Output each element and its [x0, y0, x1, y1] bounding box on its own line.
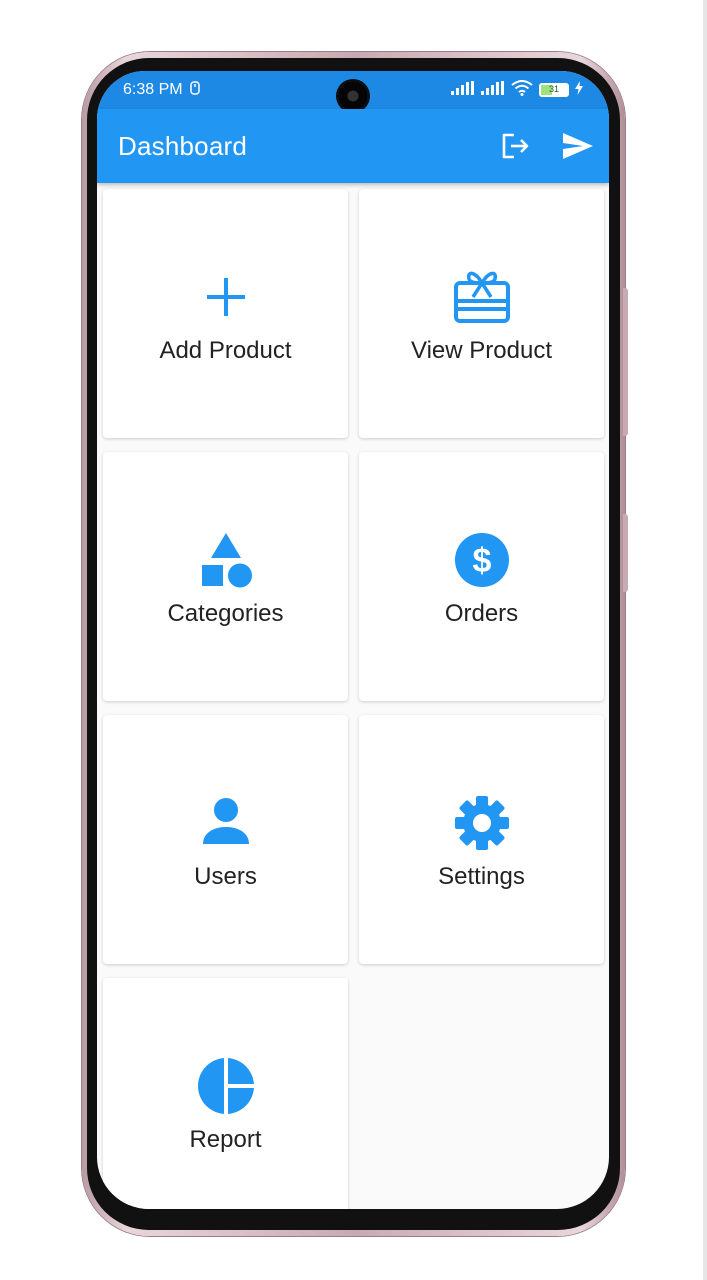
view-product-card[interactable]: View Product [359, 189, 604, 438]
front-camera [338, 81, 368, 111]
dollar-circle-icon: $ [452, 530, 512, 590]
send-icon [563, 133, 593, 159]
status-time: 6:38 PM [123, 81, 183, 98]
settings-card[interactable]: Settings [359, 715, 604, 964]
pie-chart-icon [196, 1056, 256, 1116]
battery-icon: 31 [539, 83, 569, 97]
users-label: Users [194, 863, 257, 890]
logout-icon [502, 133, 529, 159]
charging-icon [575, 80, 583, 100]
wifi-icon [511, 79, 533, 101]
gift-card-icon [452, 267, 512, 327]
add-icon [196, 267, 256, 327]
categories-label: Categories [167, 600, 284, 627]
battery-level: 31 [548, 84, 559, 94]
users-card[interactable]: Users [103, 715, 348, 964]
report-card[interactable]: Report [103, 978, 348, 1209]
notification-icon [189, 80, 201, 100]
power-button [623, 514, 628, 592]
orders-label: Orders [444, 600, 519, 627]
volume-button [623, 288, 628, 436]
page-title: Dashboard [118, 130, 247, 161]
send-button[interactable] [547, 115, 609, 177]
settings-label: Settings [438, 863, 525, 890]
app-bar-actions [485, 115, 609, 177]
orders-card[interactable]: $ Orders [359, 452, 604, 701]
gear-icon [452, 793, 512, 853]
categories-card[interactable]: Categories [103, 452, 348, 701]
add-product-card[interactable]: Add Product [103, 189, 348, 438]
signal-icon-2 [481, 80, 505, 100]
page-edge [703, 0, 707, 1280]
app-bar: Dashboard [97, 109, 609, 183]
person-icon [196, 793, 256, 853]
report-label: Report [189, 1126, 262, 1153]
status-icons: 31 [451, 79, 583, 101]
logout-button[interactable] [485, 115, 547, 177]
signal-icon [451, 80, 475, 100]
category-shapes-icon [196, 530, 256, 590]
add-product-label: Add Product [159, 337, 292, 364]
phone-screen: 6:38 PM 31 Dashboard Add Product View Pr… [97, 71, 609, 1209]
svg-text:$: $ [472, 542, 491, 580]
view-product-label: View Product [411, 337, 552, 364]
